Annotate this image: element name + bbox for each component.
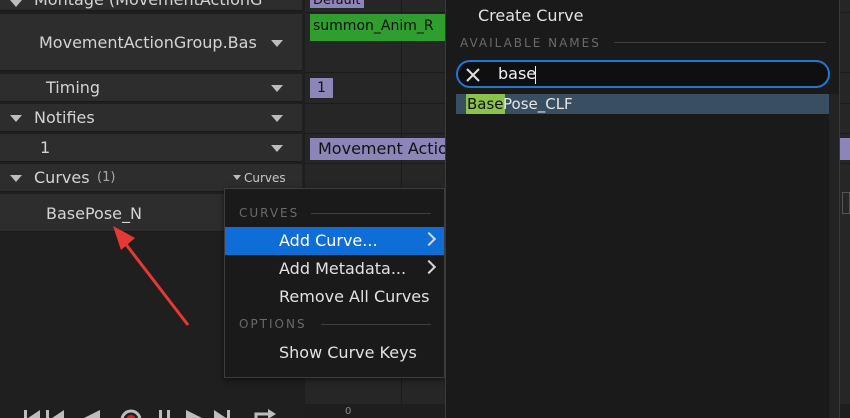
chevron-down-icon[interactable]: [233, 175, 241, 180]
notify-track-index: 1: [40, 138, 51, 157]
curves-context-menu: CURVES Add Curve... Add Metadata... Remo…: [224, 188, 445, 378]
montage-row[interactable]: Montage (MovementActionG: [0, 0, 302, 11]
chevron-right-icon: [421, 259, 437, 275]
ruler-tick-label: 0: [345, 406, 352, 417]
clear-search-icon[interactable]: [464, 66, 482, 84]
arrow-annotation-icon: [113, 226, 190, 326]
chevron-down-icon[interactable]: [271, 85, 283, 92]
step-forward-icon: [227, 410, 230, 418]
add-metadata-menu-item[interactable]: Add Metadata...: [225, 255, 444, 283]
group-row[interactable]: MovementActionGroup.Base: [0, 14, 302, 71]
menu-section-options: OPTIONS: [239, 317, 307, 331]
curves-dropdown-button[interactable]: Curves: [244, 171, 286, 185]
chevron-down-icon[interactable]: [271, 115, 283, 122]
text-cursor: [535, 66, 536, 84]
chevron-down-icon[interactable]: [271, 40, 283, 47]
timing-row[interactable]: Timing: [0, 74, 302, 102]
curves-count: (1): [97, 170, 116, 185]
montage-label: Montage (MovementActionG: [34, 0, 262, 9]
loop-icon: [254, 412, 270, 418]
search-match-highlight: Base: [466, 94, 505, 114]
anim-segment[interactable]: summon_Anim_R: [310, 14, 446, 41]
curves-label: Curves: [34, 168, 90, 187]
create-curve-button[interactable]: Create Curve: [478, 6, 583, 25]
play-icon: [186, 410, 202, 418]
notify-state-bar[interactable]: Movement Actio: [310, 138, 446, 160]
timing-label: Timing: [46, 78, 101, 97]
add-curve-menu-item[interactable]: Add Curve...: [225, 227, 444, 255]
play-reverse-icon: [84, 410, 100, 418]
collapse-caret-icon[interactable]: [10, 175, 22, 182]
skip-back-icon: [28, 410, 40, 418]
section-marker[interactable]: 1: [310, 78, 333, 98]
notifies-row[interactable]: Notifies: [0, 104, 302, 132]
result-name-rest: Pose_CLF: [503, 95, 573, 113]
curve-name: BasePose_N: [46, 204, 142, 223]
group-dropdown-value: MovementActionGroup.Base: [39, 33, 257, 52]
notify-track-row[interactable]: 1: [0, 134, 302, 162]
add-curve-submenu: Create Curve AVAILABLE NAMES base Base P…: [445, 0, 840, 418]
step-back-icon: [52, 410, 64, 418]
remove-all-curves-menu-item[interactable]: Remove All Curves: [225, 283, 444, 311]
scrollbar[interactable]: [829, 94, 839, 418]
curve-name-result[interactable]: Base Pose_CLF: [456, 94, 830, 114]
curve-track-segment: [842, 192, 850, 214]
show-curve-keys-menu-item[interactable]: Show Curve Keys: [225, 339, 444, 367]
pause-icon: [167, 410, 170, 418]
available-names-label: AVAILABLE NAMES: [460, 36, 601, 50]
transport-controls: [24, 406, 284, 418]
chevron-right-icon: [421, 231, 437, 247]
notifies-label: Notifies: [34, 108, 95, 127]
menu-section-curves: CURVES: [239, 206, 300, 220]
chevron-down-icon[interactable]: [271, 145, 283, 152]
slot-default-tag[interactable]: Default: [310, 0, 364, 8]
notify-state-bar-tail: [840, 138, 850, 160]
search-input-text: base: [498, 64, 537, 83]
collapse-caret-icon[interactable]: [10, 115, 22, 122]
curve-search-field[interactable]: base: [456, 60, 830, 88]
collapse-caret-icon[interactable]: [10, 0, 22, 7]
